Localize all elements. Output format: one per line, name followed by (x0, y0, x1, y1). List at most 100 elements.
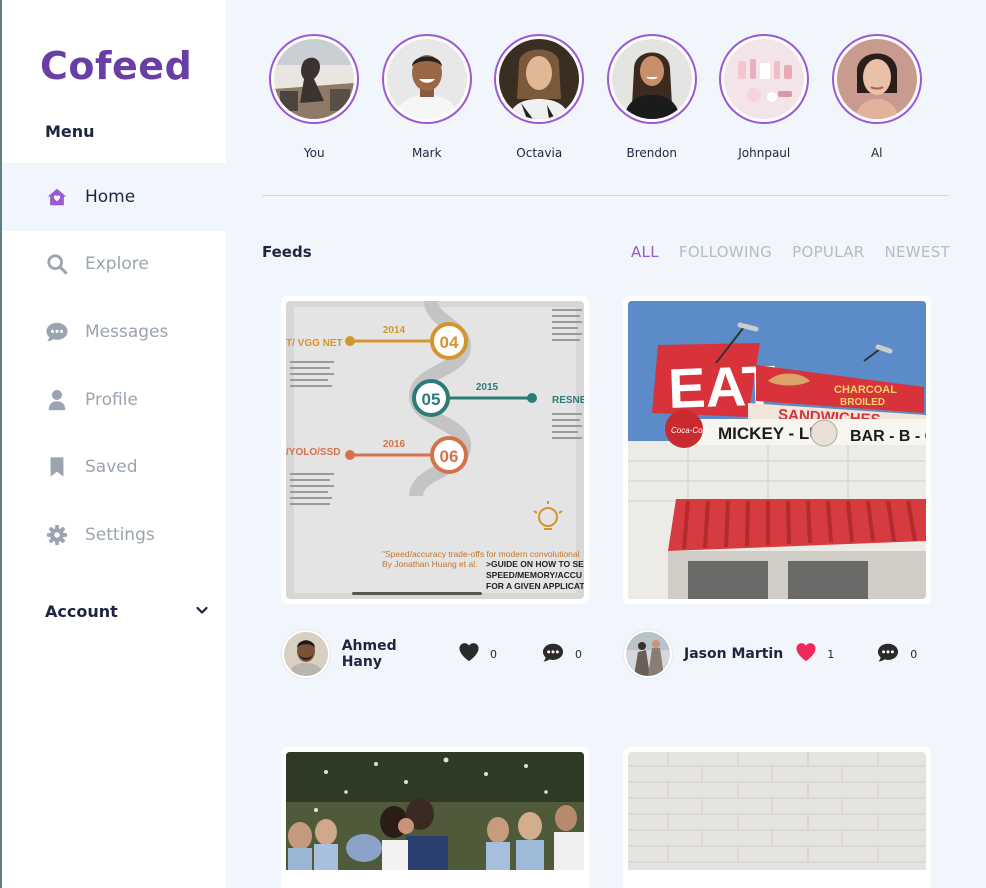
filter-newest[interactable]: NEWEST (885, 243, 951, 261)
image-label: T/ VGG NET (286, 338, 343, 349)
svg-text:Coca-Cola: Coca-Cola (671, 426, 709, 435)
sign-text: CHARCOAL (834, 384, 897, 396)
filter-all[interactable]: ALL (631, 243, 659, 261)
story-name: Mark (411, 146, 442, 160)
post-image (286, 752, 584, 870)
comment-icon (541, 642, 565, 667)
post-meta: Ahmed Hany 0 0 (282, 629, 582, 679)
timeline-year: 2016 (383, 439, 406, 450)
story-name: Brendon (626, 146, 677, 160)
story-item[interactable]: Mark (371, 34, 484, 160)
image-caption: FOR A GIVEN APPLICAT (486, 581, 584, 591)
image-caption: "Speed/accuracy trade-offs for modern co… (382, 549, 580, 559)
sidebar-item-label: Saved (85, 457, 138, 478)
feeds-heading: Feeds (262, 243, 312, 261)
story-item[interactable]: Al (821, 34, 934, 160)
image-caption: SPEED/MEMORY/ACCU (486, 570, 582, 580)
story-avatar-ring (719, 34, 810, 124)
sidebar-item-messages[interactable]: Messages (2, 298, 226, 366)
sidebar-item-label: Messages (85, 321, 169, 342)
image-label: RESNET (552, 395, 584, 406)
comment-icon (876, 642, 900, 667)
story-item[interactable]: Octavia (483, 34, 596, 160)
story-avatar (611, 39, 692, 119)
sidebar-item-home[interactable]: Home (2, 163, 226, 231)
timeline-number: 05 (422, 390, 441, 409)
sign-text: MICKEY - LU (718, 424, 822, 443)
sidebar-item-label: Profile (85, 389, 138, 410)
story-avatar (724, 39, 805, 119)
gear-icon (45, 523, 69, 547)
bookmark-icon (45, 455, 69, 479)
story-item[interactable]: Johnpaul (708, 34, 821, 160)
search-icon (45, 252, 69, 276)
story-name: Al (870, 146, 883, 160)
sidebar-item-saved[interactable]: Saved (2, 433, 226, 501)
timeline-year: 2014 (383, 325, 406, 336)
author-avatar[interactable] (624, 630, 672, 678)
sidebar-item-profile[interactable]: Profile (2, 366, 226, 434)
like-count: 0 (490, 647, 497, 661)
home-icon (45, 185, 69, 209)
story-avatar (499, 39, 580, 119)
author-name[interactable]: Ahmed Hany (342, 638, 441, 670)
post-card[interactable] (623, 747, 931, 888)
story-avatar-ring (269, 34, 360, 124)
heart-filled-icon (795, 642, 817, 666)
sidebar-nav: Home Explore Messages Profile Saved Sett… (2, 163, 226, 569)
image-caption: By Jonathan Huang et al. (382, 559, 477, 569)
user-icon (45, 388, 69, 412)
filter-popular[interactable]: POPULAR (792, 243, 864, 261)
menu-heading: Menu (45, 122, 95, 141)
app-logo[interactable]: Cofeed (40, 44, 192, 88)
filter-following[interactable]: FOLLOWING (679, 243, 772, 261)
like-count: 1 (827, 647, 835, 661)
story-name: You (303, 146, 325, 160)
story-item[interactable]: Brendon (596, 34, 709, 160)
sidebar-item-label: Explore (85, 254, 149, 275)
timeline-number: 06 (440, 447, 459, 466)
image-label: /YOLO/SSD (286, 447, 340, 458)
story-avatar (386, 39, 467, 119)
comment-count: 0 (910, 647, 918, 661)
heart-icon (458, 642, 480, 666)
timeline-number: 04 (440, 333, 459, 352)
story-avatar (274, 39, 355, 119)
account-dropdown[interactable]: Account (45, 602, 209, 621)
account-label: Account (45, 602, 118, 621)
sidebar: Cofeed Menu Home Explore Messages Profil… (0, 0, 226, 888)
post-card[interactable] (281, 747, 589, 888)
sign-text: BROILED (840, 397, 885, 408)
post-image (628, 752, 926, 870)
story-item[interactable]: You (258, 34, 371, 160)
story-avatar-ring (494, 34, 585, 124)
story-avatar-ring (381, 34, 472, 124)
story-avatar-ring (831, 34, 922, 124)
sidebar-item-explore[interactable]: Explore (2, 231, 226, 299)
sign-text: BAR - B - Q (850, 428, 926, 445)
post-image: 04 2014 T/ VGG NET 05 2015 RESNET 06 201… (286, 301, 584, 599)
like-button[interactable]: 0 (458, 642, 497, 666)
story-avatar (836, 39, 917, 119)
chat-icon (45, 320, 69, 344)
post-meta: Jason Martin 1 0 (624, 629, 924, 679)
stories-divider (262, 195, 949, 196)
post-card[interactable]: 04 2014 T/ VGG NET 05 2015 RESNET 06 201… (281, 296, 589, 604)
story-name: Octavia (516, 146, 563, 160)
comment-button[interactable]: 0 (541, 642, 582, 667)
chevron-down-icon (195, 602, 209, 621)
author-avatar[interactable] (282, 630, 330, 678)
comment-button[interactable]: 0 (876, 642, 917, 667)
feed-filters: ALL FOLLOWING POPULAR NEWEST (631, 243, 950, 261)
post-card[interactable]: EAT CHARCOAL BROILED SANDWICHES Coca-Col… (623, 296, 931, 604)
author-name[interactable]: Jason Martin (684, 646, 783, 662)
image-caption: >GUIDE ON HOW TO SEL (486, 559, 584, 569)
sidebar-item-label: Home (85, 186, 136, 207)
like-button[interactable]: 1 (795, 642, 834, 666)
comment-count: 0 (575, 647, 582, 661)
story-avatar-ring (606, 34, 697, 124)
post-image: EAT CHARCOAL BROILED SANDWICHES Coca-Col… (628, 301, 926, 599)
story-name: Johnpaul (738, 146, 791, 160)
timeline-year: 2015 (476, 382, 499, 393)
sidebar-item-settings[interactable]: Settings (2, 501, 226, 569)
